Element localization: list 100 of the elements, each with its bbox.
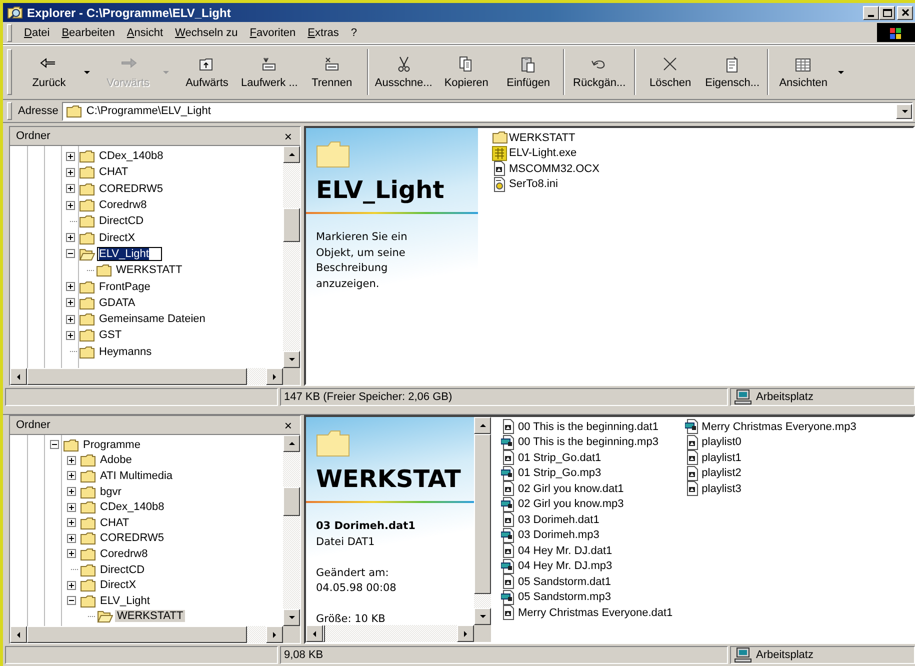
file-item[interactable]: playlist3	[684, 481, 856, 496]
menu-item[interactable]: Bearbeiten	[56, 26, 121, 38]
expand-toggle[interactable]	[66, 249, 75, 258]
close-pane-button[interactable]: ×	[282, 128, 294, 144]
expand-toggle[interactable]	[66, 233, 75, 242]
tree-item[interactable]: WERKSTATT	[114, 264, 184, 276]
file-item[interactable]: SerTo8.ini	[492, 176, 600, 192]
expand-toggle[interactable]	[66, 314, 75, 324]
scroll-left-button[interactable]	[10, 368, 27, 385]
scroll-up-button[interactable]	[474, 417, 491, 434]
toolbar-button[interactable]: Ansichten	[767, 49, 852, 95]
file-item[interactable]: WERKSTATT	[492, 130, 600, 146]
file-item[interactable]: Merry Christmas Everyone.dat1	[501, 605, 673, 620]
tree-item[interactable]: ATI Multimedia	[98, 470, 175, 482]
menu-item[interactable]: Ansicht	[120, 26, 170, 38]
expand-toggle[interactable]	[67, 534, 76, 543]
expand-toggle[interactable]	[66, 282, 75, 292]
file-item[interactable]: 05 Sandstorm.dat1	[501, 574, 673, 590]
tree-item[interactable]: DirectCD	[97, 215, 146, 228]
menu-item[interactable]: Datei	[18, 26, 56, 38]
toolbar-button[interactable]: Ausschne...	[366, 49, 436, 95]
menu-item[interactable]: ?	[344, 26, 363, 38]
file-item[interactable]: playlist0	[684, 434, 856, 450]
vertical-scrollbar[interactable]	[283, 146, 300, 368]
tree-item[interactable]: Coredrw8	[98, 548, 150, 560]
address-field[interactable]: C:\Programme\ELV_Light	[62, 102, 913, 120]
minimize-button[interactable]	[863, 6, 879, 20]
close-pane-button[interactable]: ×	[282, 418, 294, 432]
file-item[interactable]: 00 This is the beginning.mp3	[501, 434, 673, 450]
file-item[interactable]: 04 Hey Mr. DJ.mp3	[501, 558, 673, 574]
expand-toggle[interactable]	[66, 200, 75, 210]
expand-toggle[interactable]	[66, 168, 75, 177]
scrollbar-thumb[interactable]	[474, 434, 491, 594]
file-item[interactable]: playlist1	[684, 450, 856, 466]
tree-item[interactable]: GDATA	[97, 296, 138, 309]
toolbar-button[interactable]: Eigensch...	[701, 49, 764, 95]
expand-toggle[interactable]	[67, 549, 76, 558]
rename-field[interactable]: ELV_Light	[97, 246, 162, 261]
menu-item[interactable]: Wechseln zu	[169, 26, 244, 38]
scrollbar-thumb[interactable]	[323, 625, 325, 642]
expand-toggle[interactable]	[67, 456, 76, 465]
close-button[interactable]	[897, 6, 913, 20]
horizontal-scrollbar[interactable]	[10, 626, 283, 643]
toolbar-button[interactable]: Kopieren	[435, 49, 498, 95]
scroll-right-button[interactable]	[266, 368, 283, 385]
toolbar-button[interactable]: Aufwärts	[176, 49, 238, 95]
tree-item[interactable]: FrontPage	[97, 280, 152, 293]
expand-toggle[interactable]	[67, 487, 76, 496]
expand-toggle[interactable]	[66, 152, 75, 161]
dropdown-button[interactable]	[896, 104, 912, 118]
scrollbar-thumb[interactable]	[283, 208, 300, 242]
scroll-up-button[interactable]	[283, 435, 300, 452]
expand-toggle[interactable]	[67, 580, 76, 590]
tree-item[interactable]: ELV_Light	[98, 594, 152, 607]
tree-item[interactable]: Heymanns	[97, 346, 154, 358]
expand-toggle[interactable]	[67, 596, 76, 606]
file-item[interactable]: 04 Hey Mr. DJ.dat1	[501, 543, 673, 558]
scroll-down-button[interactable]	[283, 351, 300, 368]
tree-item[interactable]: Gemeinsame Dateien	[97, 313, 208, 326]
tree-item[interactable]: CDex_140b8	[98, 501, 166, 514]
horizontal-scrollbar[interactable]	[306, 625, 474, 642]
menu-item[interactable]: Favoriten	[244, 26, 302, 38]
file-item[interactable]: MSCOMM32.OCX	[492, 161, 600, 176]
file-item[interactable]: 02 Girl you know.mp3	[501, 496, 673, 512]
file-item[interactable]: playlist2	[684, 466, 856, 481]
tree-item[interactable]: Adobe	[98, 454, 134, 466]
tree-item[interactable]: CHAT	[97, 166, 130, 178]
scroll-down-button[interactable]	[474, 608, 491, 625]
expand-toggle[interactable]	[66, 330, 75, 340]
scroll-left-button[interactable]	[10, 626, 27, 643]
tree-item[interactable]: GST	[97, 329, 124, 342]
maximize-button[interactable]	[879, 6, 895, 20]
scroll-up-button[interactable]	[283, 146, 300, 163]
file-item[interactable]: 02 Girl you know.dat1	[501, 481, 673, 496]
file-item[interactable]: ELV-Light.exe	[492, 146, 600, 161]
vertical-scrollbar[interactable]	[474, 417, 491, 625]
toolbar-button[interactable]: Löschen	[634, 49, 702, 95]
tree-item[interactable]: COREDRW5	[98, 532, 166, 544]
expand-toggle[interactable]	[66, 184, 75, 194]
tree-item[interactable]: CHAT	[98, 516, 132, 529]
tree-item[interactable]: bgvr	[98, 486, 124, 498]
expand-toggle[interactable]	[67, 471, 76, 480]
tree-item[interactable]: DirectX	[97, 232, 138, 244]
file-item[interactable]: Merry Christmas Everyone.mp3	[684, 419, 856, 434]
file-item[interactable]: 03 Dorimeh.mp3	[501, 528, 673, 543]
file-item[interactable]: 00 This is the beginning.dat1	[501, 419, 673, 434]
toolbar-button[interactable]: Einfügen	[497, 49, 560, 95]
tree-item[interactable]: DirectX	[98, 579, 138, 592]
tree-item[interactable]: Coredrw8	[97, 199, 149, 212]
expand-toggle[interactable]	[67, 518, 76, 528]
expand-toggle[interactable]	[67, 502, 76, 512]
tree-item[interactable]: Programme	[81, 438, 142, 451]
toolbar-button[interactable]: Laufwerk ...	[238, 49, 301, 95]
expand-toggle[interactable]	[66, 298, 75, 308]
scrollbar-thumb[interactable]	[27, 368, 247, 385]
scroll-right-button[interactable]	[266, 626, 283, 643]
file-item[interactable]: 05 Sandstorm.mp3	[501, 590, 673, 605]
file-item[interactable]: 01 Strip_Go.mp3	[501, 466, 673, 481]
scrollbar-thumb[interactable]	[27, 626, 247, 643]
tree-item[interactable]: COREDRW5	[97, 182, 165, 195]
